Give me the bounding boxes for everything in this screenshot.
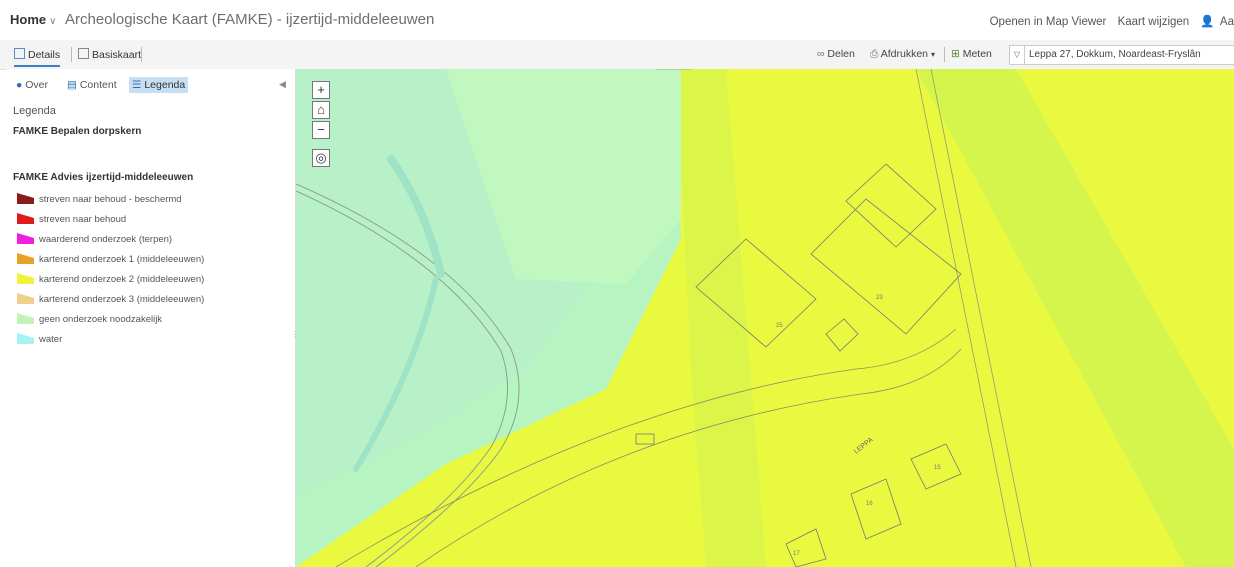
share-button[interactable]: ∞ Delen — [817, 48, 855, 60]
legend-item: streven naar behoud - beschermd — [17, 193, 182, 205]
tab-basemap[interactable]: Basiskaart — [78, 48, 141, 61]
house-number-label: 25 — [776, 323, 783, 329]
legend-swatch — [17, 233, 34, 244]
change-map-link[interactable]: Kaart wijzigen — [1118, 16, 1190, 28]
home-menu[interactable]: Home ∨ — [10, 12, 56, 27]
map-controls: + ⌂ − ◎ — [312, 81, 330, 169]
legend-swatch — [17, 333, 34, 344]
collapse-panel-icon[interactable]: ◀ — [279, 79, 286, 90]
tab-about-label: Over — [25, 79, 49, 91]
measure-label: Meten — [962, 48, 992, 60]
legend-icon: ☰ — [132, 79, 142, 91]
legend-label: karterend onderzoek 2 (middeleeuwen) — [39, 274, 205, 285]
legend-label: geen onderzoek noodzakelijk — [39, 314, 163, 325]
legend-item: karterend onderzoek 1 (middeleeuwen) — [17, 253, 204, 265]
map-canvas[interactable]: LEPPA 25 23 15 16 17 — [296, 69, 1234, 567]
legend-swatch — [17, 273, 34, 284]
search-input[interactable]: ▽ Leppa 27, Dokkum, Noardeast-Fryslân — [1009, 45, 1234, 65]
content-icon: ▤ — [67, 79, 77, 91]
open-map-viewer-link[interactable]: Openen in Map Viewer — [990, 16, 1107, 28]
divider — [71, 47, 72, 62]
tab-content-label: Content — [79, 79, 117, 91]
legend-item: geen onderzoek noodzakelijk — [17, 313, 162, 325]
legend-label: karterend onderzoek 3 (middeleeuwen) — [39, 294, 205, 305]
search-value: Leppa 27, Dokkum, Noardeast-Fryslân — [1029, 49, 1201, 60]
tab-details-label: Details — [28, 49, 61, 61]
tab-content[interactable]: ▤ Content — [64, 77, 120, 93]
layer-heading: FAMKE Advies ijzertijd-middeleeuwen — [13, 172, 194, 183]
toolbar: Details Basiskaart ∞ Delen ⎙ Afdrukken ▾… — [0, 40, 1234, 70]
legend-label: streven naar behoud - beschermd — [39, 194, 182, 205]
house-number-label: 15 — [934, 465, 941, 471]
zoom-out-button[interactable]: − — [312, 121, 330, 139]
chevron-down-icon[interactable]: ∨ — [49, 16, 56, 27]
search-source-dropdown-icon[interactable]: ▽ — [1010, 46, 1025, 64]
locate-button[interactable]: ◎ — [312, 149, 330, 167]
tab-legend-label: Legenda — [144, 79, 186, 91]
legend-swatch — [17, 253, 34, 264]
divider — [141, 47, 142, 62]
legend-item: water — [17, 333, 62, 345]
side-panel: ● Over ▤ Content ☰ Legenda ◀ Legenda FAM… — [7, 69, 296, 567]
printer-icon: ⎙ — [870, 48, 881, 60]
layer-heading: FAMKE Bepalen dorpskern — [13, 126, 142, 137]
share-label: Delen — [827, 48, 855, 60]
house-number-label: 17 — [793, 551, 800, 557]
details-icon — [14, 48, 25, 59]
legend-swatch — [17, 293, 34, 304]
home-extent-button[interactable]: ⌂ — [312, 101, 330, 119]
legend-label: waarderend onderzoek (terpen) — [39, 234, 173, 245]
app-title: Archeologische Kaart (FAMKE) - ijzertijd… — [65, 11, 435, 28]
legend-item: streven naar behoud — [17, 213, 126, 225]
legend-item: waarderend onderzoek (terpen) — [17, 233, 172, 245]
ruler-icon: ⊞ — [951, 48, 963, 60]
info-icon: ● — [16, 79, 23, 91]
top-bar: Home ∨ Archeologische Kaart (FAMKE) - ijz… — [0, 0, 1234, 40]
basemap-icon — [78, 48, 89, 59]
divider — [944, 47, 945, 62]
legend-label: karterend onderzoek 1 (middeleeuwen) — [39, 254, 205, 265]
tab-basemap-label: Basiskaart — [92, 49, 142, 61]
user-icon[interactable]: 👤 — [1200, 16, 1214, 28]
link-icon: ∞ — [817, 48, 828, 60]
legend-swatch — [17, 193, 34, 204]
map-view[interactable]: LEPPA 25 23 15 16 17 + ⌂ − ◎ — [296, 69, 1234, 567]
legend-label: water — [39, 334, 63, 345]
caret-down-icon: ▾ — [930, 50, 935, 59]
header-actions: Openen in Map Viewer Kaart wijzigen 👤 Aa — [982, 14, 1234, 28]
tab-details[interactable]: Details — [14, 48, 61, 67]
legend-item: karterend onderzoek 2 (middeleeuwen) — [17, 273, 204, 285]
print-label: Afdrukken — [880, 48, 929, 60]
house-number-label: 16 — [866, 501, 873, 507]
measure-button[interactable]: ⊞ Meten — [951, 48, 992, 60]
legend-title: Legenda — [13, 105, 56, 117]
tab-legend[interactable]: ☰ Legenda — [129, 77, 189, 93]
legend-swatch — [17, 213, 34, 224]
legend-swatch — [17, 313, 34, 324]
tab-about[interactable]: ● Over — [13, 77, 51, 93]
zoom-in-button[interactable]: + — [312, 81, 330, 99]
legend-item: karterend onderzoek 3 (middeleeuwen) — [17, 293, 204, 305]
print-button[interactable]: ⎙ Afdrukken ▾ — [870, 48, 935, 61]
user-initials[interactable]: Aa — [1220, 16, 1234, 28]
house-number-label: 23 — [876, 295, 883, 301]
home-label[interactable]: Home — [10, 12, 46, 27]
legend-label: streven naar behoud — [39, 214, 127, 225]
